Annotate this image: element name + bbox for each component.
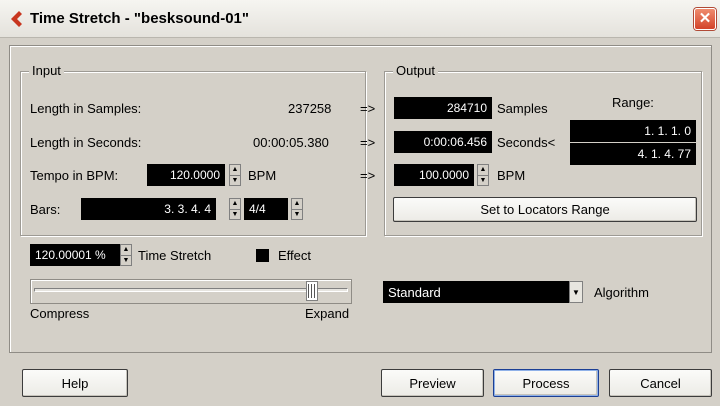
window-title: Time Stretch - "besksound-01" xyxy=(30,10,250,27)
output-seconds-value: 0:00:06.456 xyxy=(394,131,492,153)
tempo-spinner[interactable]: ▲ ▼ xyxy=(229,164,241,186)
algorithm-label: Algorithm xyxy=(594,285,649,300)
spin-down-icon[interactable]: ▼ xyxy=(230,174,240,186)
spin-up-icon[interactable]: ▲ xyxy=(121,245,131,255)
algorithm-select[interactable]: Standard ▼ xyxy=(383,281,583,303)
arrow-samples: => xyxy=(360,101,376,116)
close-button[interactable]: ✕ xyxy=(694,8,716,30)
length-samples-label: Length in Samples: xyxy=(30,101,142,116)
range-end[interactable]: 4. 1. 4. 77 xyxy=(570,143,696,165)
title-bar[interactable]: Time Stretch - "besksound-01" ✕ xyxy=(0,0,720,38)
spin-down-icon[interactable]: ▼ xyxy=(478,174,488,186)
length-seconds-value: 00:00:05.380 xyxy=(253,135,329,150)
output-samples-unit: Samples xyxy=(497,101,548,116)
time-stretch-input[interactable]: 120.00001 % xyxy=(30,244,120,266)
stretch-slider-track[interactable] xyxy=(34,288,348,292)
stretch-slider-thumb[interactable] xyxy=(305,281,318,301)
bars-input[interactable]: 3. 3. 4. 4 xyxy=(81,198,216,220)
range-label: Range: xyxy=(612,95,654,110)
output-legend: Output xyxy=(393,63,439,78)
effect-label: Effect xyxy=(278,248,312,263)
bars-spinner[interactable]: ▲ ▼ xyxy=(229,198,241,220)
close-icon: ✕ xyxy=(698,10,712,27)
chevron-down-icon[interactable]: ▼ xyxy=(569,281,583,303)
time-stretch-spinner[interactable]: ▲ ▼ xyxy=(120,244,132,266)
preview-button[interactable]: Preview xyxy=(381,369,484,397)
time-stretch-label: Time Stretch xyxy=(138,248,212,263)
cubase-logo-icon xyxy=(11,11,22,27)
arrow-bpm: => xyxy=(360,168,376,183)
bars-label: Bars: xyxy=(30,202,61,217)
expand-label: Expand xyxy=(305,306,350,321)
output-seconds-unit: Seconds< xyxy=(497,135,556,150)
signature-input[interactable]: 4/4 xyxy=(244,198,288,220)
output-bpm-spinner[interactable]: ▲ ▼ xyxy=(477,164,489,186)
dialog-panel: Input Length in Samples: 237258 Length i… xyxy=(9,45,712,353)
spin-down-icon[interactable]: ▼ xyxy=(292,208,302,220)
signature-spinner[interactable]: ▲ ▼ xyxy=(291,198,303,220)
spin-up-icon[interactable]: ▲ xyxy=(478,165,488,175)
output-samples-value: 284710 xyxy=(394,97,492,119)
effect-checkbox[interactable] xyxy=(256,249,269,262)
spin-up-icon[interactable]: ▲ xyxy=(230,165,240,175)
compress-label: Compress xyxy=(30,306,90,321)
process-button[interactable]: Process xyxy=(493,369,599,397)
algorithm-value: Standard xyxy=(388,284,441,300)
help-button[interactable]: Help xyxy=(22,369,128,397)
length-samples-value: 237258 xyxy=(288,101,332,116)
cancel-button[interactable]: Cancel xyxy=(609,369,712,397)
output-bpm-input[interactable]: 100.0000 xyxy=(394,164,474,186)
spin-down-icon[interactable]: ▼ xyxy=(121,254,131,266)
spin-up-icon[interactable]: ▲ xyxy=(292,199,302,209)
range-start[interactable]: 1. 1. 1. 0 xyxy=(570,120,696,142)
input-legend: Input xyxy=(29,63,64,78)
output-bpm-unit: BPM xyxy=(497,168,526,183)
spin-down-icon[interactable]: ▼ xyxy=(230,208,240,220)
tempo-unit: BPM xyxy=(248,168,277,183)
tempo-input[interactable]: 120.0000 xyxy=(147,164,225,186)
tempo-label: Tempo in BPM: xyxy=(30,168,119,183)
length-seconds-label: Length in Seconds: xyxy=(30,135,142,150)
arrow-seconds: => xyxy=(360,135,376,150)
spin-up-icon[interactable]: ▲ xyxy=(230,199,240,209)
set-locators-range-button[interactable]: Set to Locators Range xyxy=(393,197,697,222)
